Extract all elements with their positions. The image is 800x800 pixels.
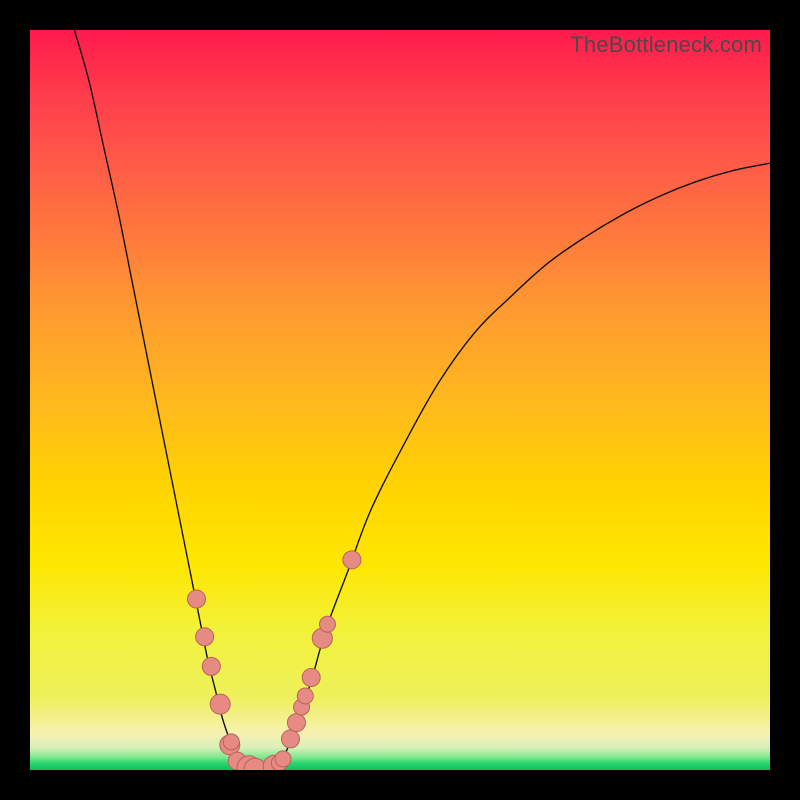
data-dot (223, 734, 239, 750)
data-dot (210, 694, 230, 714)
data-dot (287, 714, 305, 732)
data-dot (302, 669, 320, 687)
plot-frame: TheBottleneck.com (30, 30, 770, 770)
data-dot (343, 551, 361, 569)
data-dot (319, 616, 335, 632)
data-dot (202, 657, 220, 675)
data-dot (188, 590, 206, 608)
data-dot (196, 628, 214, 646)
curve-right-branch (282, 163, 770, 762)
plot-svg (30, 30, 770, 770)
curve-left-branch (74, 30, 237, 763)
data-dot (281, 730, 299, 748)
data-dot (275, 751, 291, 767)
data-dot (297, 688, 313, 704)
data-dots-group (188, 551, 361, 770)
